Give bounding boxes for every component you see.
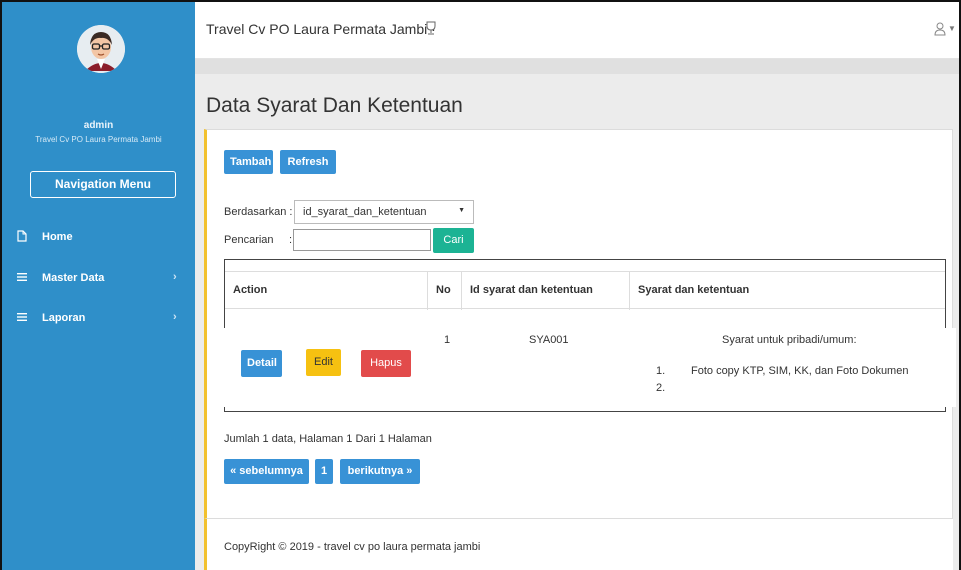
chevron-down-icon: ▼ [458,207,465,214]
trophy-icon [424,20,438,36]
chevron-right-icon: › [173,311,177,323]
sidebar: admin Travel Cv PO Laura Permata Jambi N… [2,2,195,570]
sidebar-item-label: Home [42,231,73,243]
app-brand[interactable]: Travel Cv PO Laura Permata Jambi · [206,21,436,37]
data-table: Action No Id syarat dan ketentuan Syarat… [216,259,956,413]
table-border-top [224,259,946,260]
cell-syarat-item-text: Foto copy KTP, SIM, KK, dan Foto Dokumen [691,365,909,377]
column-header-action: Action [233,284,268,296]
chevron-down-icon[interactable]: ▼ [948,24,956,33]
page-title: Data Syarat Dan Ketentuan [206,94,463,117]
sidebar-username: admin [83,120,114,131]
table-border-bottom [224,411,946,412]
footer: CopyRight © 2019 - travel cv po laura pe… [204,518,953,570]
refresh-button[interactable]: Refresh [280,150,336,174]
main-content: Data Syarat Dan Ketentuan Tambah Refresh… [195,59,959,570]
next-page-button[interactable]: berikutnya » [340,459,420,484]
prev-page-button[interactable]: « sebelumnya [224,459,309,484]
footer-copyright: CopyRight © 2019 - travel cv po laura pe… [224,541,481,553]
menu-icon [16,311,28,323]
filter-by-label: Berdasarkan : [224,206,293,218]
delete-button[interactable]: Hapus [361,350,411,377]
filter-by-select[interactable]: id_syarat_dan_ketentuan ▼ [294,200,474,224]
search-label: Pencarian [224,234,274,246]
sidebar-item-master-data[interactable]: Master Data › [2,269,195,289]
edit-button[interactable]: Edit [306,349,341,376]
table-header: Action No Id syarat dan ketentuan Syarat… [224,271,946,310]
user-icon[interactable] [934,22,946,36]
sidebar-item-laporan[interactable]: Laporan › [2,309,195,329]
column-header-no: No [436,284,451,296]
cell-id: SYA001 [529,334,569,346]
top-navbar: Travel Cv PO Laura Permata Jambi · ▼ [195,2,959,59]
column-divider [427,272,428,310]
cell-syarat-item-num: 2. [656,382,666,394]
sidebar-item-label: Master Data [42,272,105,284]
detail-button[interactable]: Detail [241,350,282,377]
data-summary: Jumlah 1 data, Halaman 1 Dari 1 Halaman [224,433,432,445]
navigation-menu-button[interactable]: Navigation Menu [30,171,176,198]
data-panel: Tambah Refresh Berdasarkan : id_syarat_d… [204,129,956,534]
cell-no: 1 [444,334,451,346]
sidebar-item-label: Laporan [42,312,86,324]
cell-syarat-title: Syarat untuk pribadi/umum: [722,334,857,346]
content-strip [195,59,959,74]
chevron-right-icon: › [173,271,177,283]
menu-icon [16,271,28,283]
search-button[interactable]: Cari [433,228,474,253]
column-divider [461,272,462,310]
current-page-button[interactable]: 1 [315,459,333,484]
file-icon [16,230,28,242]
column-divider [629,272,630,310]
sidebar-org-name: Travel Cv PO Laura Permata Jambi [35,135,162,144]
table-row: Detail Edit Hapus 1 SYA001 Syarat untuk … [216,328,956,407]
add-button[interactable]: Tambah [224,150,273,174]
filter-by-value: id_syarat_dan_ketentuan [303,206,427,218]
app-frame: admin Travel Cv PO Laura Permata Jambi N… [0,0,961,570]
search-input[interactable] [293,229,431,251]
sidebar-item-home[interactable]: Home [2,228,195,248]
cell-syarat-item-num: 1. [656,365,666,377]
column-header-id: Id syarat dan ketentuan [470,284,593,296]
search-colon: : [289,234,293,246]
avatar [77,25,125,73]
column-header-syarat: Syarat dan ketentuan [638,284,750,296]
